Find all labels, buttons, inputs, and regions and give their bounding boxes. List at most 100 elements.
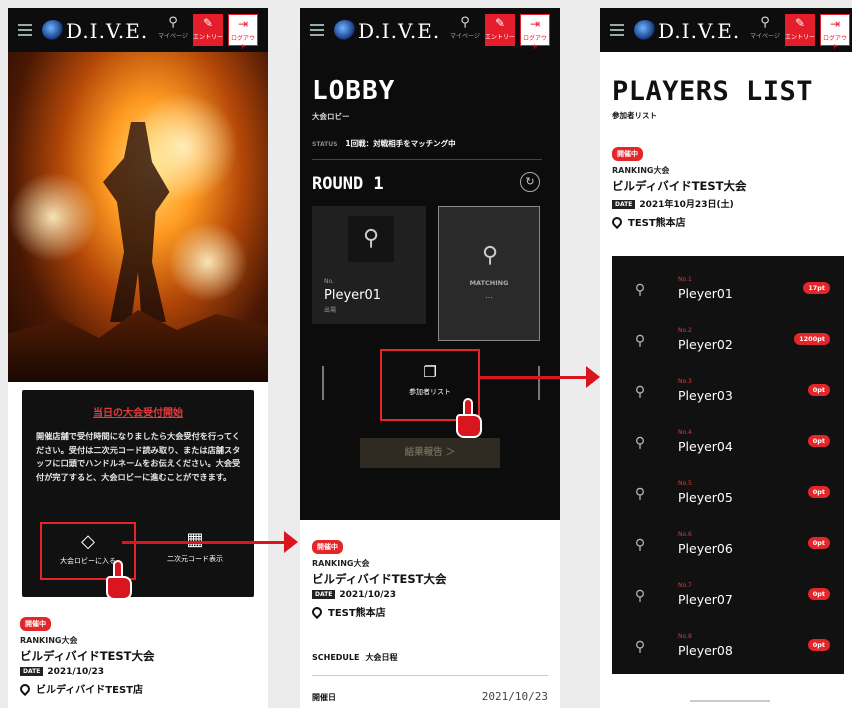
logout-button[interactable]: ⇥ ログアウト [228, 14, 258, 51]
player-no: No.1 [678, 276, 692, 283]
points-badge: 0pt [807, 639, 830, 651]
entry-button[interactable]: ✎ エントリー [785, 14, 815, 46]
user-icon: ⚲ [634, 537, 646, 553]
player-name: Pleyer03 [678, 388, 733, 403]
notice-title[interactable]: 当日の大会受付開始 [22, 404, 254, 419]
flow-arrow-1-line [122, 541, 286, 544]
event-info: 開催中 RANKING大会 ビルディバイドTEST大会 DATE 2021年10月… [609, 141, 848, 230]
pencil-icon: ✎ [794, 16, 806, 30]
dive-logo[interactable]: D.I.V.E. [658, 19, 740, 43]
user-icon: ⚲ [634, 639, 646, 655]
event-name: ビルディバイドTEST大会 [612, 179, 747, 193]
arrow-right-icon [586, 366, 600, 388]
player-row[interactable]: ⚲ No.7 Pleyer07 0pt [612, 576, 844, 627]
my-player-card: ⚲ No. Pleyer01 出場 [312, 206, 426, 324]
points-badge: 0pt [807, 384, 830, 396]
entry-button[interactable]: ✎ エントリー [485, 14, 515, 46]
menu-icon[interactable] [610, 24, 624, 36]
event-date: DATE 2021/10/23 [20, 667, 256, 677]
date-tag: DATE [312, 590, 336, 599]
logout-button[interactable]: ⇥ ログアウト [820, 14, 850, 51]
footer-divider [690, 700, 770, 702]
player-row[interactable]: ⚲ No.6 Pleyer06 0pt [612, 525, 844, 576]
player-row[interactable]: ⚲ No.2 Pleyer02 1200pt [612, 321, 844, 372]
app-header: D.I.V.E. ⚲ マイページ ✎ エントリー ⇥ ログアウト [600, 8, 852, 52]
player-name: Pleyer01 [324, 288, 382, 303]
logout-label: ログアウト [522, 35, 547, 51]
date-value: 2021/10/23 [339, 590, 397, 600]
dive-logo-mark [334, 20, 356, 40]
report-result-button[interactable]: 結果報告 ＞ [360, 438, 500, 468]
event-info: 開催中 RANKING大会 ビルディバイドTEST大会 DATE 2021/10/… [309, 534, 548, 620]
show-qr-button[interactable]: ▦ 二次元コード表示 [150, 524, 240, 578]
user-icon: ⚲ [634, 486, 646, 502]
copy-icon: ❐ [423, 363, 437, 381]
player-name: Pleyer06 [678, 541, 733, 556]
slider-right-bar [538, 366, 540, 400]
schedule-label: SCHEDULE [312, 653, 360, 662]
refresh-icon[interactable]: ↻ [520, 172, 540, 192]
held-label: 開催日 [312, 693, 336, 702]
screen-event-detail: D.I.V.E. ⚲ マイページ ✎ エントリー ⇥ ログアウト 当日の大会受付… [8, 8, 268, 708]
qr-code-icon: ▦ [186, 529, 204, 550]
user-icon: ⚲ [634, 588, 646, 604]
logout-button[interactable]: ⇥ ログアウト [520, 14, 550, 51]
mypage-label: マイページ [750, 33, 780, 40]
date-tag: DATE [612, 200, 636, 209]
dive-logo[interactable]: D.I.V.E. [66, 19, 148, 43]
user-icon: ⚲ [634, 333, 646, 349]
points-badge: 17pt [803, 282, 830, 294]
mypage-button[interactable]: ⚲ マイページ [750, 15, 780, 45]
matching-status: MATCHING [469, 279, 509, 287]
page-title: LOBBY [312, 76, 396, 106]
menu-icon[interactable] [18, 24, 32, 36]
player-row[interactable]: ⚲ No.4 Pleyer04 0pt [612, 423, 844, 474]
player-row[interactable]: ⚲ No.8 Pleyer08 0pt [612, 627, 844, 678]
logout-icon: ⇥ [829, 17, 841, 31]
entry-button[interactable]: ✎ エントリー [193, 14, 223, 46]
user-icon: ⚲ [634, 435, 646, 451]
opponent-card: ⚲ MATCHING ... [438, 206, 540, 341]
entry-label: エントリー [485, 34, 516, 41]
event-venue: TEST熊本店 [609, 214, 848, 230]
status-value: 1回戦：対戦相手をマッチング中 [345, 139, 456, 148]
menu-icon[interactable] [310, 24, 324, 36]
player-row[interactable]: ⚲ No.5 Pleyer05 0pt [612, 474, 844, 525]
screen-players-list: D.I.V.E. ⚲ マイページ ✎ エントリー ⇥ ログアウト PLAYERS… [600, 8, 852, 708]
user-icon: ⚲ [634, 384, 646, 400]
player-no: No.4 [678, 429, 692, 436]
points-badge: 0pt [807, 486, 830, 498]
player-name: Pleyer04 [678, 439, 733, 454]
mypage-button[interactable]: ⚲ マイページ [158, 15, 188, 45]
screen-lobby: D.I.V.E. ⚲ マイページ ✎ エントリー ⇥ ログアウト LOBBY 大… [300, 8, 560, 708]
player-name: Pleyer05 [678, 490, 733, 505]
player-no: No.3 [678, 378, 692, 385]
event-info-panel: 開催中 RANKING大会 ビルディバイドTEST大会 DATE 2021/10/… [300, 520, 560, 708]
app-header: D.I.V.E. ⚲ マイページ ✎ エントリー ⇥ ログアウト [300, 8, 560, 52]
schedule-value: 大会日程 [365, 653, 398, 662]
mypage-button[interactable]: ⚲ マイページ [450, 15, 480, 45]
player-row[interactable]: ⚲ No.1 Pleyer01 17pt [612, 270, 844, 321]
date-value: 2021年10月23日(土) [639, 200, 734, 210]
schedule-row: SCHEDULE 大会日程 [312, 652, 548, 676]
dive-logo[interactable]: D.I.V.E. [358, 19, 440, 43]
entry-label: エントリー [785, 34, 816, 41]
player-status: 出場 [324, 307, 337, 314]
location-pin-icon [309, 604, 325, 620]
logout-icon: ⇥ [529, 17, 541, 31]
round-title: ROUND 1 [312, 174, 384, 194]
status-key: STATUS [312, 141, 338, 148]
page-subtitle: 大会ロビー [312, 112, 350, 121]
reception-notice-panel: 当日の大会受付開始 開催店舗で受付時間になりましたら大会受付を行ってください。受… [22, 390, 254, 597]
show-qr-label: 二次元コード表示 [167, 555, 223, 563]
mypage-label: マイページ [450, 33, 480, 40]
matching-dots: ... [485, 291, 493, 300]
held-date-row: 開催日 2021/10/23 [312, 690, 548, 703]
page-title: PLAYERS LIST [612, 76, 814, 107]
mypage-label: マイページ [158, 33, 188, 40]
slider-left-bar [322, 366, 324, 400]
dive-logo-mark [42, 20, 64, 40]
event-venue: ビルディバイドTEST店 [17, 681, 256, 697]
logout-label: ログアウト [230, 35, 255, 51]
player-row[interactable]: ⚲ No.3 Pleyer03 0pt [612, 372, 844, 423]
